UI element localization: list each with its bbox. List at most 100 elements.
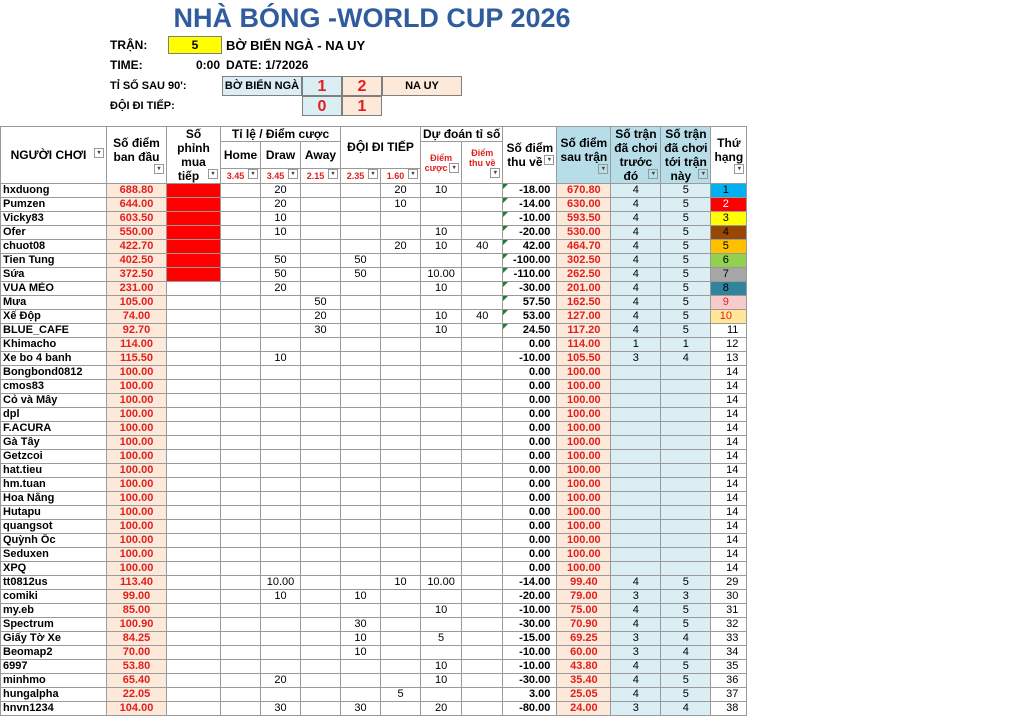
cell-home[interactable] (220, 533, 261, 548)
table-row[interactable]: Bongbond0812 100.00 0.00 100.00 14 (0, 365, 748, 380)
cell-home[interactable] (220, 197, 261, 212)
cell-pg[interactable] (461, 477, 504, 492)
cell-pg[interactable] (461, 659, 504, 674)
cell-earned[interactable]: -10.00 (502, 211, 558, 226)
cell-bet[interactable] (419, 197, 463, 212)
cell-rank[interactable]: 14 (710, 463, 748, 478)
cell-name[interactable]: F.ACURA (0, 421, 107, 436)
cell-init[interactable]: 644.00 (106, 197, 167, 212)
cell-earned[interactable]: 0.00 (502, 561, 558, 576)
cell-adv1[interactable] (340, 463, 381, 478)
cell-name[interactable]: chuot08 (0, 239, 107, 254)
cell-name[interactable]: Pumzen (0, 197, 107, 212)
cell-earned[interactable]: -30.00 (502, 281, 558, 296)
cell-buy[interactable] (166, 379, 221, 394)
cell-draw[interactable]: 20 (260, 281, 301, 296)
cell-rank[interactable]: 36 (710, 673, 748, 688)
cell-rank[interactable]: 31 (710, 603, 748, 618)
cell-draw[interactable] (260, 463, 301, 478)
cell-name[interactable]: hxduong (0, 183, 107, 198)
cell-pg[interactable] (461, 435, 504, 450)
table-row[interactable]: Sứa 372.50 550 50 50 10.00 -110.00 262.50 4 5 7 (0, 267, 748, 282)
cell-buy[interactable] (166, 603, 221, 618)
cell-name[interactable]: Ofer (0, 225, 107, 240)
cell-pb[interactable] (610, 435, 662, 450)
cell-away[interactable] (300, 491, 341, 506)
cell-pb[interactable]: 4 (610, 323, 662, 338)
cell-pg[interactable]: 40 (461, 309, 504, 324)
header-rank[interactable]: Thứ hạng ▾ (710, 126, 748, 184)
cell-buy[interactable] (166, 407, 221, 422)
cell-earned[interactable]: -15.00 (502, 631, 558, 646)
table-row[interactable]: VUA MÈO 231.00 20 10 -30.00 201.00 4 5 8 (0, 281, 748, 296)
cell-earned[interactable]: 42.00 (502, 239, 558, 254)
cell-bet[interactable] (419, 407, 463, 422)
cell-draw[interactable] (260, 561, 301, 576)
cell-pb[interactable] (610, 449, 662, 464)
cell-home[interactable] (220, 309, 261, 324)
cell-after[interactable]: 105.50 (556, 351, 612, 366)
cell-adv1[interactable] (340, 365, 381, 380)
cell-pg[interactable] (461, 421, 504, 436)
cell-rank[interactable]: 37 (710, 687, 748, 702)
cell-pg[interactable] (461, 295, 504, 310)
cell-rank[interactable]: 2 (710, 197, 748, 212)
cell-rank[interactable]: 29 (710, 575, 748, 590)
cell-after[interactable]: 162.50 (556, 295, 612, 310)
cell-adv2[interactable] (380, 211, 421, 226)
cell-earned[interactable]: -20.00 (502, 225, 558, 240)
cell-pn[interactable]: 1 (660, 337, 712, 352)
cell-pg[interactable] (461, 197, 504, 212)
cell-init[interactable]: 53.80 (106, 659, 167, 674)
cell-buy[interactable] (166, 393, 221, 408)
cell-name[interactable]: quangsot (0, 519, 107, 534)
cell-away[interactable] (300, 617, 341, 632)
cell-adv2[interactable] (380, 491, 421, 506)
cell-pn[interactable] (660, 561, 712, 576)
cell-home[interactable] (220, 253, 261, 268)
cell-draw[interactable] (260, 617, 301, 632)
cell-pn[interactable]: 5 (660, 687, 712, 702)
cell-adv1[interactable] (340, 351, 381, 366)
cell-pn[interactable] (660, 533, 712, 548)
table-row[interactable]: hat.tieu 100.00 0.00 100.00 14 (0, 463, 748, 478)
cell-after[interactable]: 100.00 (556, 365, 612, 380)
cell-adv1[interactable]: 50 (340, 253, 381, 268)
cell-pg[interactable] (461, 267, 504, 282)
cell-pb[interactable] (610, 561, 662, 576)
cell-bet[interactable]: 5 (419, 631, 463, 646)
cell-earned[interactable]: -10.00 (502, 659, 558, 674)
odds-home[interactable]: 3.45 ▾ (220, 167, 261, 184)
cell-pb[interactable] (610, 421, 662, 436)
cell-pb[interactable]: 4 (610, 183, 662, 198)
cell-buy[interactable] (166, 617, 221, 632)
cell-draw[interactable] (260, 435, 301, 450)
cell-adv2[interactable] (380, 589, 421, 604)
cell-earned[interactable]: 0.00 (502, 365, 558, 380)
cell-pb[interactable]: 4 (610, 281, 662, 296)
cell-adv2[interactable] (380, 701, 421, 716)
cell-rank[interactable]: 3 (710, 211, 748, 226)
odds-away[interactable]: 2.15 ▾ (300, 167, 341, 184)
cell-adv1[interactable] (340, 323, 381, 338)
cell-away[interactable] (300, 435, 341, 450)
cell-adv1[interactable] (340, 239, 381, 254)
cell-earned[interactable]: 3.00 (502, 687, 558, 702)
cell-rank[interactable]: 11 (710, 323, 748, 338)
cell-buy[interactable] (166, 463, 221, 478)
cell-pg[interactable] (461, 379, 504, 394)
cell-after[interactable]: 100.00 (556, 505, 612, 520)
cell-rank[interactable]: 9 (710, 295, 748, 310)
cell-rank[interactable]: 14 (710, 561, 748, 576)
filter-icon[interactable]: ▾ (408, 168, 418, 179)
cell-pg[interactable] (461, 505, 504, 520)
cell-after[interactable]: 35.40 (556, 673, 612, 688)
cell-earned[interactable]: -80.00 (502, 701, 558, 716)
cell-away[interactable]: 30 (300, 323, 341, 338)
cell-home[interactable] (220, 575, 261, 590)
cell-away[interactable] (300, 575, 341, 590)
score-a[interactable]: 1 (302, 76, 342, 96)
cell-adv2[interactable] (380, 309, 421, 324)
cell-pb[interactable]: 4 (610, 309, 662, 324)
cell-adv2[interactable] (380, 673, 421, 688)
